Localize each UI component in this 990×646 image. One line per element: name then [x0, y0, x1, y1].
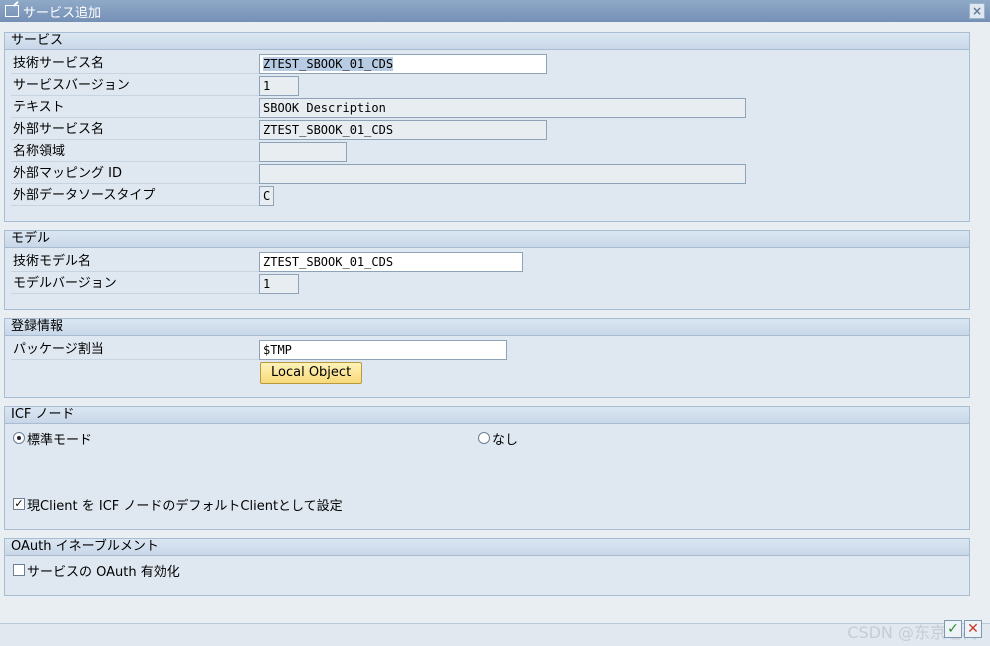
external-service-name-row: 外部サービス名 — [11, 119, 259, 141]
service-group-header: サービス — [5, 33, 969, 50]
radio-standard-mode[interactable]: 標準モード — [13, 429, 93, 448]
external-service-name-field[interactable]: ZTEST_SBOOK_01_CDS — [259, 120, 547, 140]
radio-standard-label: 標準モード — [27, 432, 93, 448]
namespace-field[interactable] — [259, 142, 347, 162]
registration-group: 登録情報 パッケージ割当 $TMP Local Object — [4, 318, 970, 398]
window-title: サービス追加 — [23, 5, 102, 21]
default-client-checkbox[interactable]: ✓ 現Client を ICF ノードのデフォルトClientとして設定 — [13, 495, 343, 514]
tech-model-name-row: 技術モデル名 — [11, 251, 259, 273]
namespace-label: 名称領域 — [11, 142, 259, 162]
cancel-button[interactable]: ✕ — [964, 620, 982, 638]
service-version-label: サービスバージョン — [11, 76, 259, 96]
radio-none-label: なし — [492, 432, 519, 448]
window-titlebar: サービス追加 × — [0, 0, 990, 22]
tech-service-name-label: 技術サービス名 — [11, 54, 259, 74]
model-group: モデル 技術モデル名 ZTEST_SBOOK_01_CDS モデルバージョン 1 — [4, 230, 970, 310]
package-label: パッケージ割当 — [11, 340, 259, 360]
local-object-button[interactable]: Local Object — [260, 362, 363, 384]
service-version-field[interactable]: 1 — [259, 76, 299, 96]
icf-node-group-header: ICF ノード — [5, 407, 969, 424]
external-datasource-type-field[interactable]: C — [259, 186, 274, 206]
checkbox-checked-icon[interactable]: ✓ — [13, 498, 25, 510]
service-version-row: サービスバージョン — [11, 75, 259, 97]
radio-none[interactable]: なし — [478, 429, 519, 448]
checkbox-unchecked-icon[interactable] — [13, 564, 25, 576]
tech-service-name-field[interactable]: ZTEST_SBOOK_01_CDS — [259, 54, 547, 74]
package-row: パッケージ割当 — [11, 339, 259, 361]
footer-bar — [0, 623, 990, 646]
oauth-group-header: OAuth イネーブルメント — [5, 539, 969, 556]
model-version-row: モデルバージョン — [11, 273, 259, 295]
radio-selected-icon[interactable] — [13, 432, 25, 444]
tech-model-name-label: 技術モデル名 — [11, 252, 259, 272]
text-row: テキスト — [11, 97, 259, 119]
external-datasource-type-label: 外部データソースタイプ — [11, 186, 259, 206]
edit-icon — [5, 5, 19, 17]
tech-model-name-field[interactable]: ZTEST_SBOOK_01_CDS — [259, 252, 523, 272]
text-label: テキスト — [11, 98, 259, 118]
external-mapping-id-label: 外部マッピング ID — [11, 164, 259, 184]
text-field[interactable]: SBOOK Description — [259, 98, 746, 118]
oauth-checkbox[interactable]: サービスの OAuth 有効化 — [13, 561, 180, 580]
model-version-field[interactable]: 1 — [259, 274, 299, 294]
external-mapping-id-row: 外部マッピング ID — [11, 163, 259, 185]
external-service-name-label: 外部サービス名 — [11, 120, 259, 140]
external-mapping-id-field[interactable] — [259, 164, 746, 184]
icf-node-group: ICF ノード 標準モード なし ✓ 現Client を ICF ノードのデフォ… — [4, 406, 970, 530]
package-field[interactable]: $TMP — [259, 340, 507, 360]
external-datasource-type-row: 外部データソースタイプ — [11, 185, 259, 207]
namespace-row: 名称領域 — [11, 141, 259, 163]
close-button[interactable]: × — [969, 3, 985, 19]
registration-group-header: 登録情報 — [5, 319, 969, 336]
oauth-group: OAuth イネーブルメント サービスの OAuth 有効化 — [4, 538, 970, 596]
model-version-label: モデルバージョン — [11, 274, 259, 294]
oauth-label: サービスの OAuth 有効化 — [27, 564, 180, 580]
model-group-header: モデル — [5, 231, 969, 248]
tech-service-name-row: 技術サービス名 — [11, 53, 259, 75]
service-group: サービス 技術サービス名 ZTEST_SBOOK_01_CDS サービスバージョ… — [4, 32, 970, 222]
confirm-button[interactable]: ✓ — [944, 620, 962, 638]
radio-unselected-icon[interactable] — [478, 432, 490, 444]
default-client-label: 現Client を ICF ノードのデフォルトClientとして設定 — [27, 498, 343, 514]
